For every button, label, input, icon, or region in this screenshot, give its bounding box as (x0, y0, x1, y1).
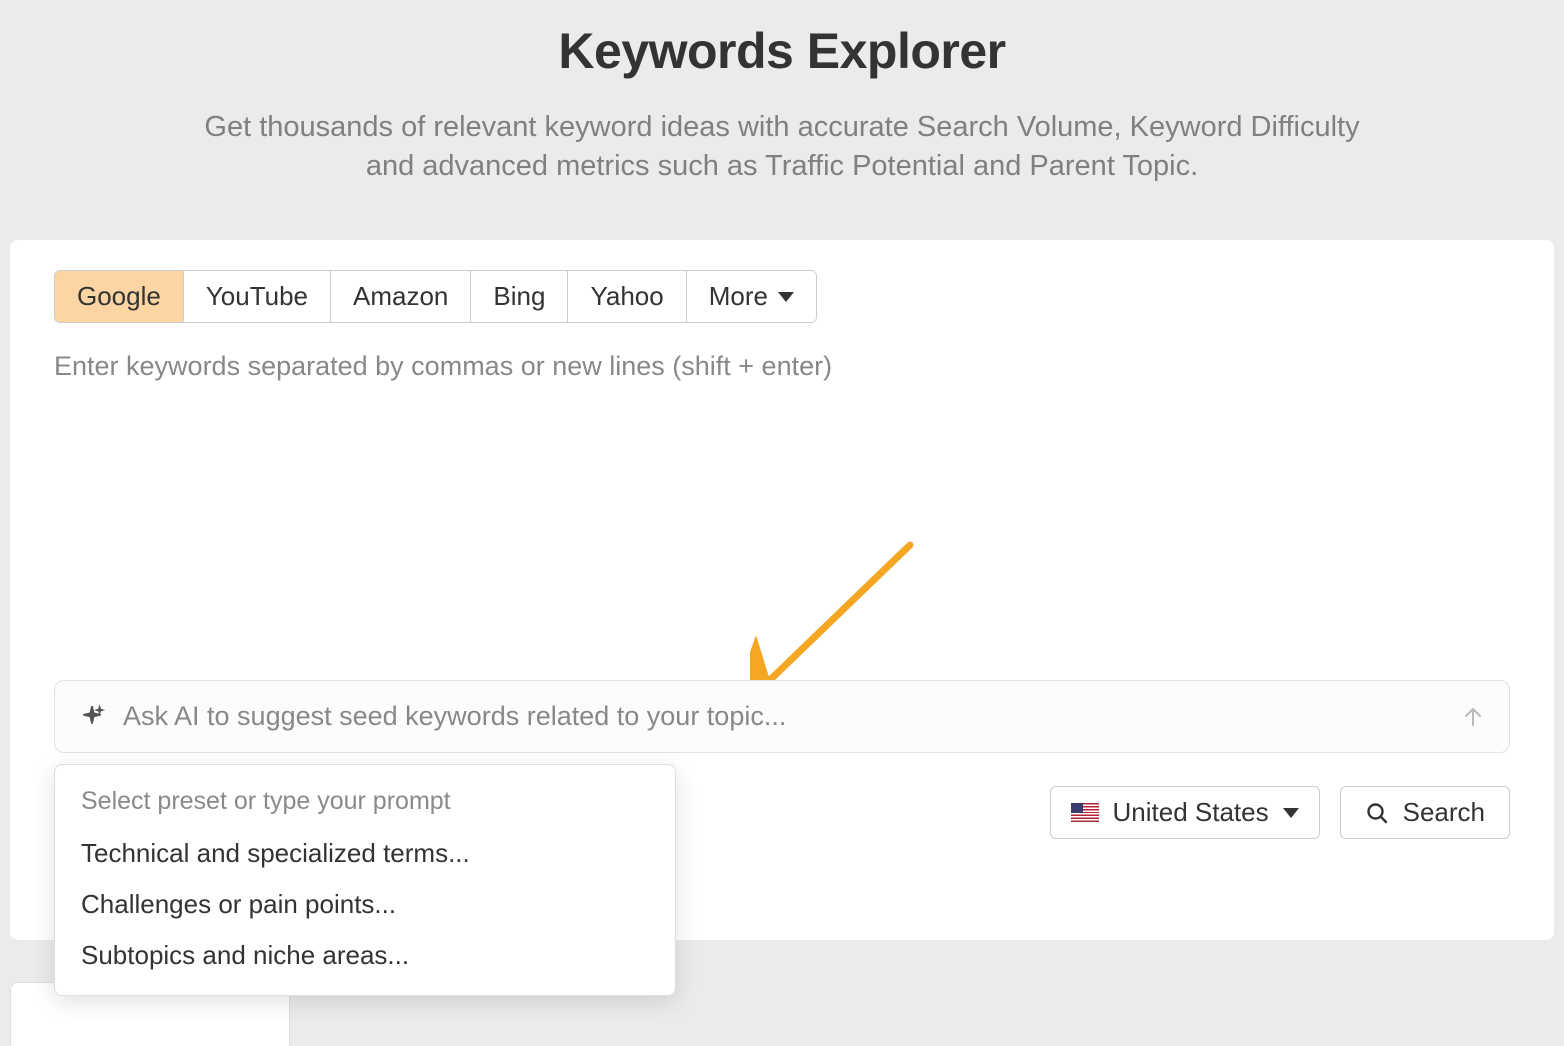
tab-yahoo[interactable]: Yahoo (568, 271, 686, 322)
preset-item-challenges[interactable]: Challenges or pain points... (55, 879, 675, 930)
page-title: Keywords Explorer (0, 22, 1564, 80)
tab-label: YouTube (206, 281, 308, 312)
engine-tabs: Google YouTube Amazon Bing Yahoo More (54, 270, 817, 323)
tab-youtube[interactable]: YouTube (184, 271, 331, 322)
search-icon (1365, 801, 1389, 825)
bottom-controls: United States Search (1050, 786, 1510, 839)
tab-label: More (709, 281, 768, 312)
tab-label: Bing (493, 281, 545, 312)
preset-item-technical[interactable]: Technical and specialized terms... (55, 828, 675, 879)
tab-label: Google (77, 281, 161, 312)
page-header: Keywords Explorer Get thousands of relev… (0, 0, 1564, 216)
search-panel: Google YouTube Amazon Bing Yahoo More (10, 240, 1554, 940)
ai-prompt-input[interactable] (123, 701, 1443, 732)
tab-label: Amazon (353, 281, 448, 312)
keywords-input[interactable] (54, 351, 1510, 671)
tab-google[interactable]: Google (55, 271, 184, 322)
search-button[interactable]: Search (1340, 786, 1510, 839)
country-label: United States (1113, 797, 1269, 828)
page-subtitle: Get thousands of relevant keyword ideas … (182, 108, 1382, 186)
tab-label: Yahoo (590, 281, 663, 312)
country-select[interactable]: United States (1050, 786, 1320, 839)
preset-dropdown: Select preset or type your prompt Techni… (54, 764, 676, 996)
tab-bing[interactable]: Bing (471, 271, 568, 322)
preset-dropdown-header: Select preset or type your prompt (55, 783, 675, 828)
us-flag-icon (1071, 803, 1099, 822)
chevron-down-icon (1283, 808, 1299, 818)
preset-item-subtopics[interactable]: Subtopics and niche areas... (55, 930, 675, 981)
tab-more[interactable]: More (687, 271, 816, 322)
chevron-down-icon (778, 292, 794, 302)
search-label: Search (1403, 797, 1485, 828)
arrow-up-icon[interactable] (1461, 705, 1485, 729)
ai-suggest-bar[interactable] (54, 680, 1510, 753)
sparkle-icon (79, 704, 105, 730)
tab-amazon[interactable]: Amazon (331, 271, 471, 322)
